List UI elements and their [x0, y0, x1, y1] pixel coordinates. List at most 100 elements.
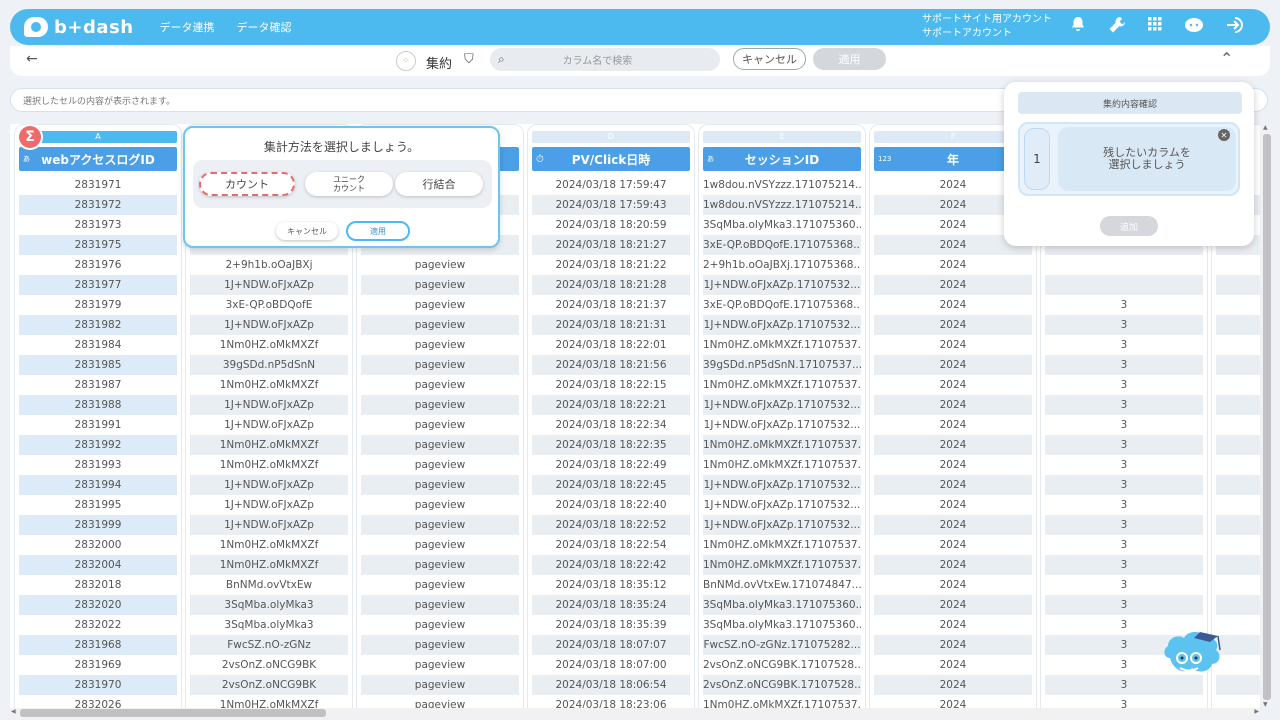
table-cell[interactable]: 2024: [874, 495, 1032, 515]
table-cell[interactable]: pageview: [361, 395, 519, 415]
table-cell[interactable]: 2832018: [19, 575, 177, 595]
count-option[interactable]: カウント: [199, 172, 295, 196]
table-cell[interactable]: 2024: [874, 695, 1032, 708]
table-cell[interactable]: 2831982: [19, 315, 177, 335]
table-cell[interactable]: 3SqMba.olyMka3.171075360...: [703, 215, 861, 235]
table-cell[interactable]: 2024/03/18 18:21:37: [532, 295, 690, 315]
sigma-icon[interactable]: Σ: [19, 126, 41, 148]
table-cell[interactable]: pageview: [361, 495, 519, 515]
table-cell[interactable]: 1J+NDW.oFJxAZp: [190, 275, 348, 295]
table-cell[interactable]: 2831993: [19, 455, 177, 475]
table-cell[interactable]: 2024/03/18 18:07:07: [532, 635, 690, 655]
table-cell[interactable]: 2024: [874, 435, 1032, 455]
table-cell[interactable]: 2831976: [19, 255, 177, 275]
table-cell[interactable]: 2024: [874, 295, 1032, 315]
table-cell[interactable]: 2024: [874, 575, 1032, 595]
table-cell[interactable]: pageview: [361, 695, 519, 708]
table-cell[interactable]: 2024: [874, 255, 1032, 275]
table-cell[interactable]: 1Nm0HZ.oMkMXZf: [190, 535, 348, 555]
table-cell[interactable]: pageview: [361, 315, 519, 335]
mascot-icon[interactable]: [1160, 628, 1224, 690]
table-cell[interactable]: [1216, 515, 1260, 535]
table-cell[interactable]: 1Nm0HZ.oMkMXZf: [190, 375, 348, 395]
table-cell[interactable]: 2vsOnZ.oNCG9BK.17107528...: [703, 655, 861, 675]
table-cell[interactable]: 2024: [874, 395, 1032, 415]
table-cell[interactable]: pageview: [361, 355, 519, 375]
table-cell[interactable]: 1Nm0HZ.oMkMXZf.17107537...: [703, 455, 861, 475]
table-cell[interactable]: 2024/03/18 18:35:39: [532, 615, 690, 635]
table-cell[interactable]: 1w8dou.nVSYzzz.171075214...: [703, 175, 861, 195]
back-arrow-icon[interactable]: ←: [26, 51, 38, 67]
table-cell[interactable]: 2831979: [19, 295, 177, 315]
table-cell[interactable]: pageview: [361, 515, 519, 535]
table-cell[interactable]: 3SqMba.olyMka3.171075360...: [703, 615, 861, 635]
table-cell[interactable]: 3SqMba.olyMka3.171075360...: [703, 595, 861, 615]
table-cell[interactable]: 2831972: [19, 195, 177, 215]
table-cell[interactable]: 2831987: [19, 375, 177, 395]
nav-data-link[interactable]: データ連携: [160, 19, 215, 35]
table-cell[interactable]: 2024/03/18 18:22:45: [532, 475, 690, 495]
table-cell[interactable]: 2vsOnZ.oNCG9BK: [190, 655, 348, 675]
support-icon[interactable]: [1184, 16, 1204, 38]
table-cell[interactable]: 2024: [874, 535, 1032, 555]
table-cell[interactable]: 2024/03/18 18:20:59: [532, 215, 690, 235]
scroll-up-icon[interactable]: ▲: [1263, 124, 1268, 131]
table-cell[interactable]: 1Nm0HZ.oMkMXZf.17107537...: [703, 535, 861, 555]
table-cell[interactable]: 3: [1045, 595, 1203, 615]
table-cell[interactable]: pageview: [361, 375, 519, 395]
table-cell[interactable]: 2024/03/18 18:21:22: [532, 255, 690, 275]
table-cell[interactable]: 2831984: [19, 335, 177, 355]
table-cell[interactable]: 1J+NDW.oFJxAZp.17107532...: [703, 495, 861, 515]
table-cell[interactable]: 3: [1045, 475, 1203, 495]
table-cell[interactable]: 2024/03/18 18:22:49: [532, 455, 690, 475]
bell-icon[interactable]: [1070, 16, 1086, 38]
scrollbar-thumb[interactable]: [1263, 134, 1271, 700]
table-cell[interactable]: 2024: [874, 515, 1032, 535]
table-cell[interactable]: 2831975: [19, 235, 177, 255]
table-cell[interactable]: 3: [1045, 515, 1203, 535]
apply-button[interactable]: 適用: [813, 48, 886, 70]
table-cell[interactable]: pageview: [361, 335, 519, 355]
table-cell[interactable]: 2024: [874, 375, 1032, 395]
scroll-left-icon[interactable]: ◀: [11, 708, 16, 715]
account-info[interactable]: サポートサイト用アカウント サポートアカウント: [922, 13, 1052, 41]
table-cell[interactable]: 2832004: [19, 555, 177, 575]
chevron-up-icon[interactable]: ⌃: [1220, 49, 1233, 68]
table-cell[interactable]: 1w8dou.nVSYzzz.171075214...: [703, 195, 861, 215]
table-cell[interactable]: 2831971: [19, 175, 177, 195]
table-cell[interactable]: 2vsOnZ.oNCG9BK.17107528...: [703, 675, 861, 695]
popup-cancel-button[interactable]: キャンセル: [276, 222, 338, 240]
table-cell[interactable]: 1J+NDW.oFJxAZp: [190, 515, 348, 535]
table-cell[interactable]: 2831994: [19, 475, 177, 495]
table-cell[interactable]: 3: [1045, 695, 1203, 708]
table-cell[interactable]: [1216, 595, 1260, 615]
table-cell[interactable]: 2024/03/18 18:22:15: [532, 375, 690, 395]
table-cell[interactable]: 39gSDd.nP5dSnN.17107537...: [703, 355, 861, 375]
vertical-scrollbar[interactable]: ▲ ▼: [1262, 124, 1272, 708]
table-cell[interactable]: [1216, 475, 1260, 495]
table-cell[interactable]: 2024/03/18 18:22:01: [532, 335, 690, 355]
column-search-input[interactable]: ⌕ カラム名で検索: [490, 48, 720, 71]
table-cell[interactable]: 2024: [874, 455, 1032, 475]
table-cell[interactable]: 1Nm0HZ.oMkMXZf.17107537...: [703, 555, 861, 575]
table-cell[interactable]: [1216, 275, 1260, 295]
aggregate-icon[interactable]: ⁘: [396, 51, 416, 71]
table-cell[interactable]: pageview: [361, 595, 519, 615]
table-cell[interactable]: 2024/03/18 18:22:21: [532, 395, 690, 415]
table-cell[interactable]: 3: [1045, 395, 1203, 415]
horizontal-scrollbar[interactable]: ◀ ▶: [10, 708, 1260, 718]
table-cell[interactable]: 1J+NDW.oFJxAZp.17107532...: [703, 395, 861, 415]
table-cell[interactable]: 2024/03/18 18:22:40: [532, 495, 690, 515]
table-cell[interactable]: 2831968: [19, 635, 177, 655]
table-cell[interactable]: 2024: [874, 555, 1032, 575]
table-cell[interactable]: 2831995: [19, 495, 177, 515]
table-cell[interactable]: 2024: [874, 615, 1032, 635]
table-cell[interactable]: 1Nm0HZ.oMkMXZf.17107537...: [703, 435, 861, 455]
table-cell[interactable]: 2024/03/18 18:21:56: [532, 355, 690, 375]
popup-apply-button[interactable]: 適用: [346, 221, 410, 241]
table-cell[interactable]: 1Nm0HZ.oMkMXZf: [190, 335, 348, 355]
table-cell[interactable]: 39gSDd.nP5dSnN: [190, 355, 348, 375]
table-cell[interactable]: [1216, 355, 1260, 375]
table-cell[interactable]: 2832022: [19, 615, 177, 635]
table-cell[interactable]: [1216, 315, 1260, 335]
